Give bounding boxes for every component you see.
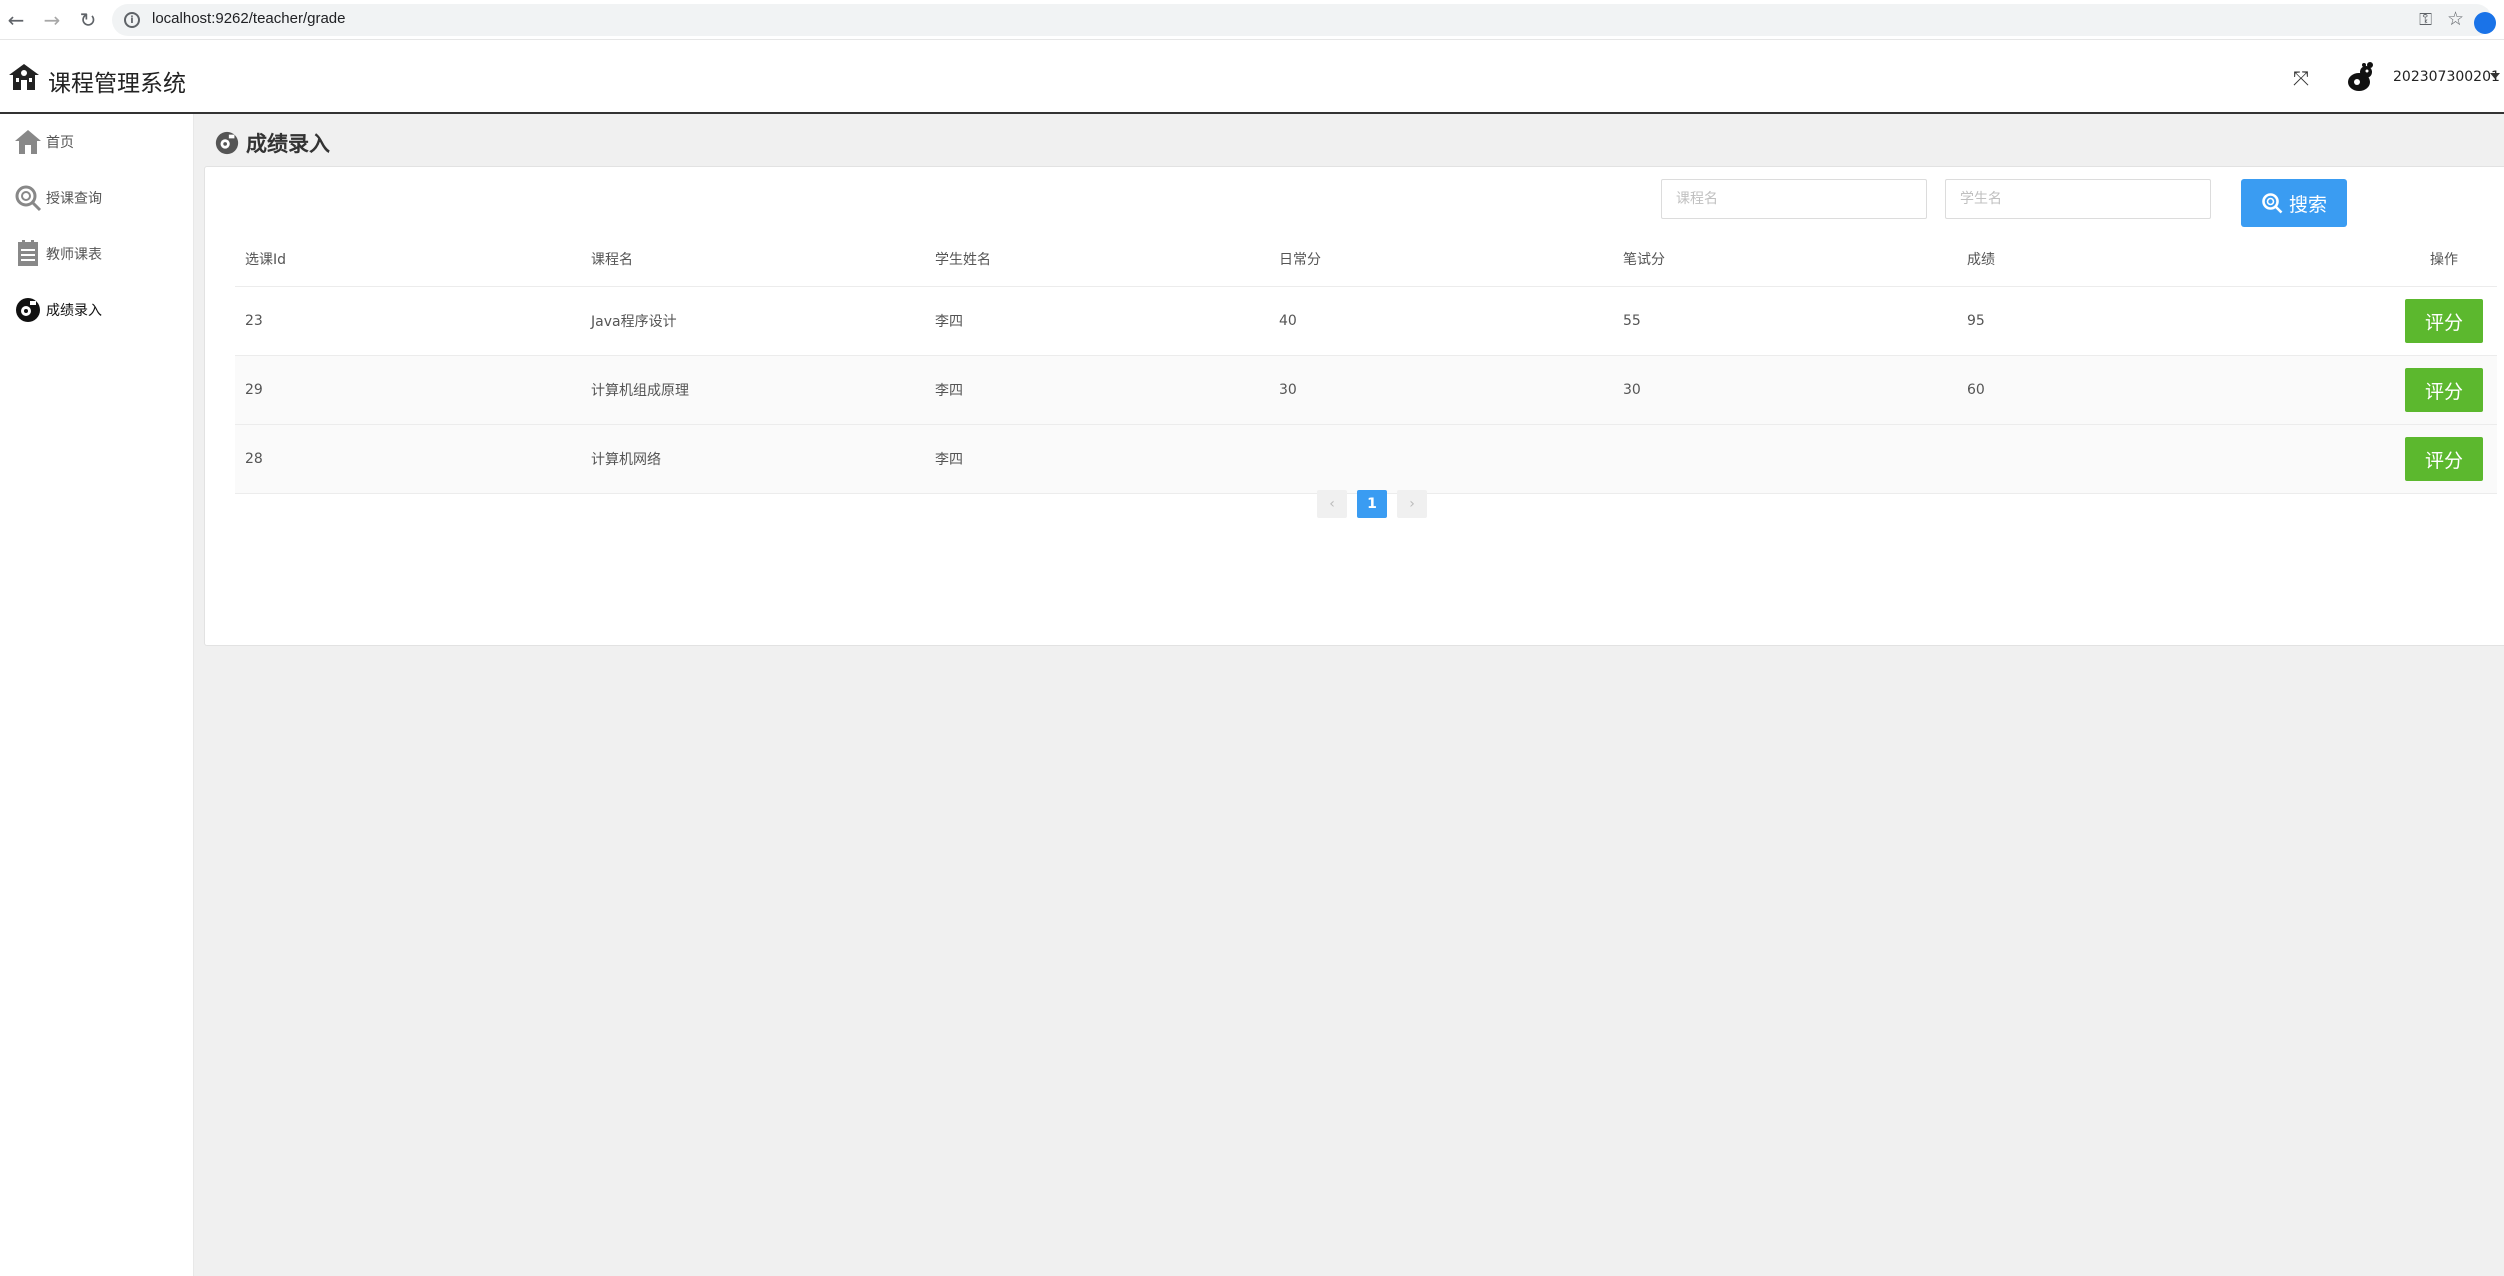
- app-title: 课程管理系统: [48, 71, 186, 97]
- course-name-cell: 计算机网络: [591, 452, 661, 468]
- sidebar-item-label: 成绩录入: [46, 303, 102, 319]
- grade-button[interactable]: 评分: [2405, 299, 2483, 343]
- password-key-icon[interactable]: ⚿: [2419, 10, 2432, 30]
- daily-score-cell: 30: [1279, 382, 1297, 398]
- home-icon: [14, 128, 42, 156]
- page-header: 成绩录入: [214, 128, 330, 158]
- reload-icon[interactable]: ↻: [76, 8, 100, 32]
- fullscreen-icon[interactable]: ⤧: [2293, 66, 2309, 90]
- grade-button[interactable]: 评分: [2405, 437, 2483, 481]
- next-page-button[interactable]: ›: [1397, 490, 1427, 518]
- column-header: 操作: [2430, 251, 2458, 268]
- student-name-input[interactable]: [1945, 179, 2211, 219]
- course-name-cell: Java程序设计: [591, 314, 677, 330]
- exam-score-cell: 55: [1623, 313, 1641, 329]
- sidebar-item-teacher-schedule[interactable]: 教师课表: [0, 230, 194, 278]
- column-header: 课程名: [591, 251, 633, 268]
- sidebar-item-grade-entry[interactable]: 成绩录入: [0, 286, 194, 334]
- sidebar-item-home[interactable]: 首页: [0, 118, 194, 166]
- table-row: 28 计算机网络 李四 评分: [235, 425, 2497, 494]
- column-header: 学生姓名: [935, 251, 991, 268]
- search-button[interactable]: 搜索: [2241, 179, 2347, 227]
- grade-table: 选课Id 课程名 学生姓名 日常分 笔试分 成绩 操作 23 Java程序设计 …: [235, 231, 2497, 494]
- grade-entry-icon: [14, 296, 42, 324]
- student-name-cell: 李四: [935, 314, 963, 330]
- forward-arrow-icon[interactable]: →: [40, 8, 64, 32]
- column-header: 笔试分: [1623, 251, 1665, 268]
- browser-toolbar: ← → ↻ i localhost:9262/teacher/grade ⚿ ☆: [0, 0, 2504, 40]
- bookmark-star-icon[interactable]: ☆: [2447, 8, 2464, 30]
- column-header: 成绩: [1967, 251, 1995, 268]
- action-cell: 评分: [2401, 287, 2487, 355]
- app-header: 课程管理系统 ⤧ 202307300201: [0, 40, 2504, 114]
- total-score-cell: 60: [1967, 382, 1985, 398]
- site-info-icon[interactable]: i: [124, 12, 140, 28]
- prev-page-button[interactable]: ‹: [1317, 490, 1347, 518]
- username[interactable]: 202307300201: [2393, 69, 2500, 85]
- selection-id-cell: 28: [245, 451, 263, 467]
- student-name-cell: 李四: [935, 452, 963, 468]
- table-row: 29 计算机组成原理 李四 30 30 60 评分: [235, 356, 2497, 425]
- page-title: 成绩录入: [246, 132, 330, 156]
- grade-entry-icon: [215, 131, 239, 155]
- daily-score-cell: 40: [1279, 313, 1297, 329]
- search-icon: [14, 184, 42, 212]
- selection-id-cell: 23: [245, 313, 263, 329]
- course-name-cell: 计算机组成原理: [591, 383, 689, 399]
- main-content: 成绩录入 搜索 选课Id 课程名 学生姓名 日常分 笔试分 成绩 操作 23 J…: [194, 114, 2504, 1276]
- course-name-input[interactable]: [1661, 179, 1927, 219]
- action-cell: 评分: [2401, 356, 2487, 424]
- back-arrow-icon[interactable]: ←: [4, 8, 28, 32]
- address-bar[interactable]: i localhost:9262/teacher/grade ⚿ ☆: [112, 4, 2496, 36]
- table-row: 23 Java程序设计 李四 40 55 95 评分: [235, 287, 2497, 356]
- page-number-button[interactable]: 1: [1357, 490, 1387, 518]
- sidebar-item-label: 首页: [46, 135, 74, 151]
- sidebar: 首页 授课查询 教师课表 成绩录入: [0, 114, 194, 1276]
- sidebar-item-course-query[interactable]: 授课查询: [0, 174, 194, 222]
- url-text[interactable]: localhost:9262/teacher/grade: [152, 10, 345, 27]
- grade-card: 搜索 选课Id 课程名 学生姓名 日常分 笔试分 成绩 操作 23 Java程序…: [204, 166, 2504, 646]
- selection-id-cell: 29: [245, 382, 263, 398]
- action-cell: 评分: [2401, 425, 2487, 493]
- column-header: 日常分: [1279, 251, 1321, 268]
- table-header: 选课Id 课程名 学生姓名 日常分 笔试分 成绩 操作: [235, 231, 2497, 287]
- avatar[interactable]: [2344, 60, 2378, 94]
- school-logo-icon: [9, 64, 39, 90]
- total-score-cell: 95: [1967, 313, 1985, 329]
- profile-icon[interactable]: [2474, 12, 2496, 34]
- column-header: 选课Id: [245, 251, 287, 268]
- search-icon: [2262, 193, 2283, 214]
- document-icon: [14, 240, 42, 268]
- sidebar-item-label: 授课查询: [46, 191, 102, 207]
- sidebar-item-label: 教师课表: [46, 247, 102, 263]
- exam-score-cell: 30: [1623, 382, 1641, 398]
- pagination: ‹ 1 ›: [1317, 490, 1437, 518]
- grade-button[interactable]: 评分: [2405, 368, 2483, 412]
- student-name-cell: 李四: [935, 383, 963, 399]
- chevron-down-icon[interactable]: [2490, 73, 2500, 79]
- search-button-label: 搜索: [2288, 193, 2327, 216]
